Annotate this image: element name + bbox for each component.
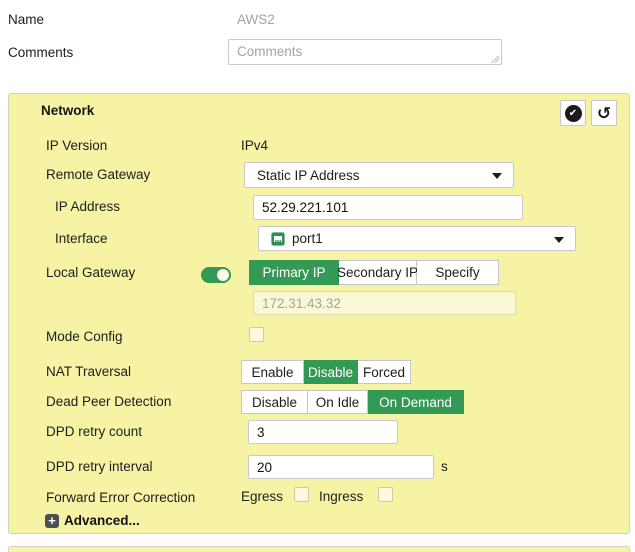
remote-gateway-label: Remote Gateway [46, 167, 150, 182]
dpd-retry-interval-input[interactable] [248, 455, 434, 479]
dead-peer-detection-segmented: Disable On Idle On Demand [241, 390, 464, 414]
segment-enable[interactable]: Enable [241, 360, 304, 384]
name-value: AWS2 [237, 12, 275, 27]
ingress-label: Ingress [319, 489, 363, 504]
local-gateway-toggle[interactable] [201, 267, 231, 283]
undo-icon: ↺ [597, 105, 611, 122]
expand-plus-icon[interactable]: + [45, 514, 59, 528]
segment-specify[interactable]: Specify [417, 260, 499, 285]
vpn-edit-form: Name AWS2 Comments Comments Network ✔ ↺ … [0, 0, 635, 552]
segment-forced[interactable]: Forced [358, 360, 411, 384]
name-label: Name [8, 12, 44, 27]
comments-label: Comments [8, 45, 73, 60]
mode-config-label: Mode Config [46, 329, 123, 344]
ethernet-port-icon [271, 232, 285, 246]
dpd-retry-count-input[interactable] [248, 420, 398, 444]
interface-selected-value: port1 [292, 231, 323, 246]
ip-address-label: IP Address [55, 199, 120, 214]
comments-placeholder: Comments [237, 44, 302, 59]
dpd-retry-count-label: DPD retry count [46, 424, 142, 439]
ip-version-value: IPv4 [241, 138, 268, 153]
interface-select[interactable]: port1 [258, 226, 576, 251]
ip-version-label: IP Version [46, 138, 107, 153]
comments-input[interactable]: Comments [228, 39, 502, 65]
network-section: Network ✔ ↺ IP Version IPv4 Remote Gatew… [8, 93, 630, 534]
nat-traversal-label: NAT Traversal [46, 364, 131, 379]
network-section-title: Network [41, 103, 94, 118]
apply-section-button[interactable]: ✔ [560, 100, 586, 126]
advanced-expander[interactable]: Advanced... [64, 513, 140, 528]
dpd-retry-interval-label: DPD retry interval [46, 459, 153, 474]
resize-handle-icon[interactable] [490, 53, 499, 62]
local-gateway-ip-input [253, 291, 516, 315]
ip-address-input[interactable] [253, 195, 523, 220]
remote-gateway-selected-value: Static IP Address [257, 168, 360, 183]
segment-disable[interactable]: Disable [304, 360, 358, 384]
seconds-unit-label: s [441, 459, 448, 474]
remote-gateway-select[interactable]: Static IP Address [244, 162, 514, 188]
local-gateway-label: Local Gateway [46, 265, 135, 280]
segment-on-idle[interactable]: On Idle [308, 390, 368, 414]
revert-section-button[interactable]: ↺ [591, 100, 617, 126]
nat-traversal-segmented: Enable Disable Forced [241, 360, 411, 384]
next-section-panel [8, 546, 630, 552]
dead-peer-detection-label: Dead Peer Detection [46, 394, 171, 409]
chevron-down-icon [492, 173, 502, 179]
segment-primary-ip[interactable]: Primary IP [249, 260, 339, 285]
segment-on-demand[interactable]: On Demand [368, 390, 464, 414]
mode-config-checkbox[interactable] [249, 327, 264, 342]
forward-error-correction-label: Forward Error Correction [46, 490, 195, 505]
egress-checkbox[interactable] [294, 487, 309, 502]
check-circle-icon: ✔ [565, 105, 582, 122]
egress-label: Egress [241, 489, 283, 504]
ingress-checkbox[interactable] [378, 487, 393, 502]
segment-secondary-ip[interactable]: Secondary IP [339, 260, 417, 285]
segment-dpd-disable[interactable]: Disable [241, 390, 308, 414]
interface-label: Interface [55, 231, 108, 246]
chevron-down-icon [554, 237, 564, 243]
local-gateway-segmented: Primary IP Secondary IP Specify [249, 260, 499, 285]
